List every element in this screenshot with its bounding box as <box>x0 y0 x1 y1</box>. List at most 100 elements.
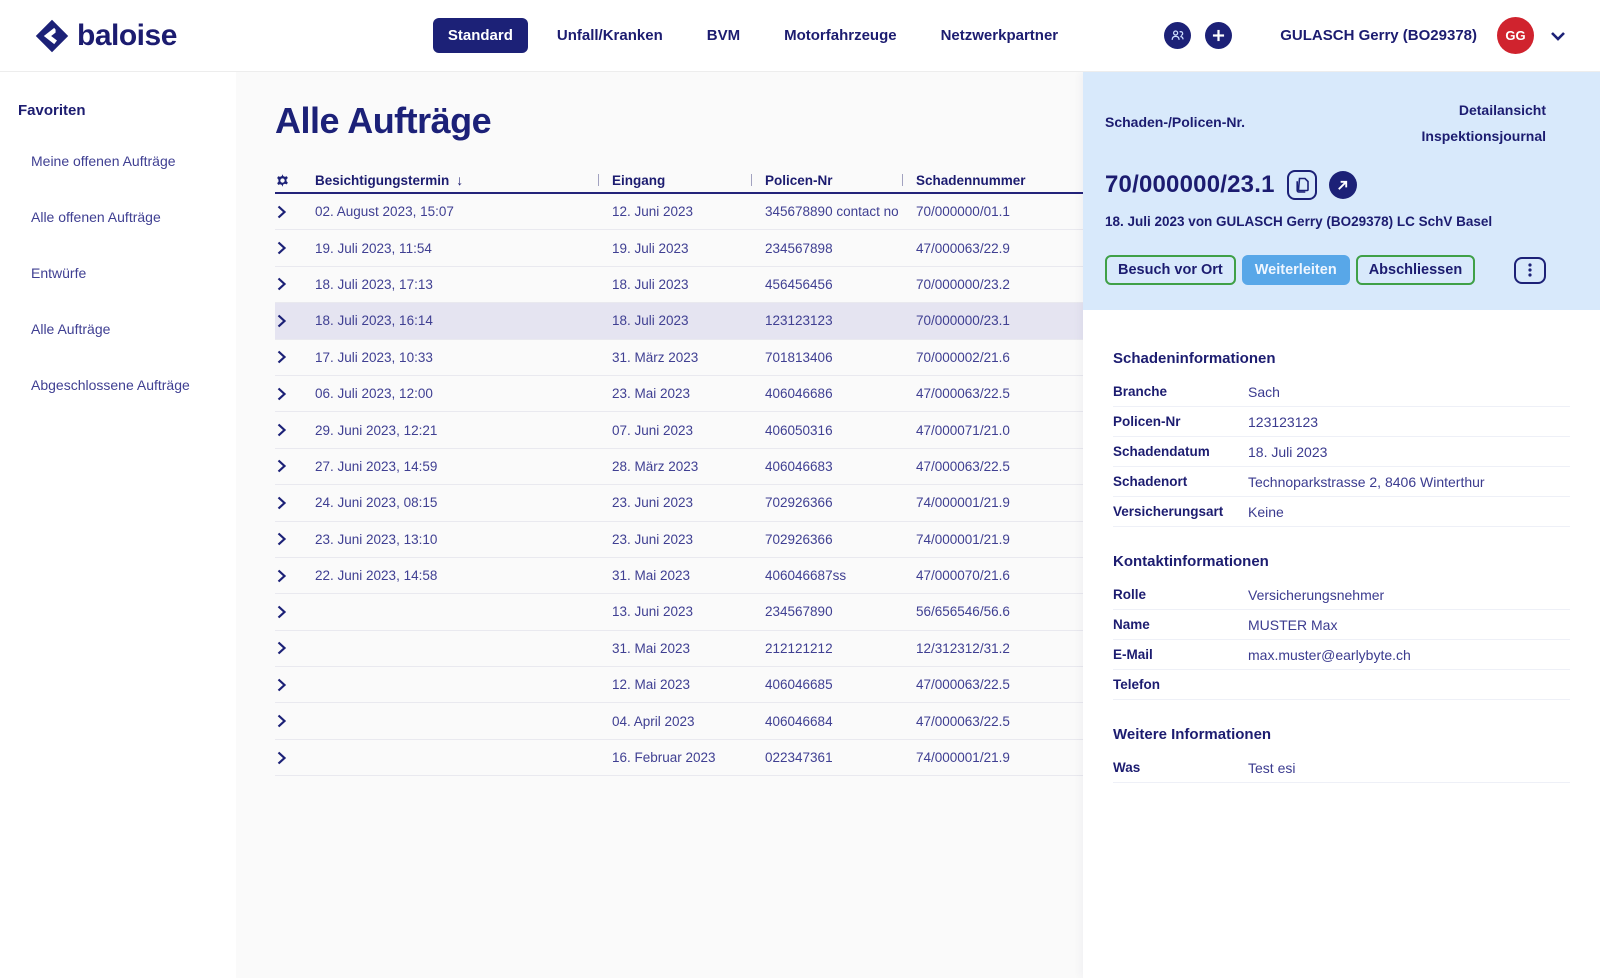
action-button[interactable]: Weiterleiten <box>1242 255 1350 285</box>
cell-besichtigungstermin: 24. Juni 2023, 08:15 <box>315 495 612 510</box>
expand-row-icon[interactable] <box>275 241 286 255</box>
contacts-icon <box>1170 28 1185 43</box>
primary-nav: Standard Unfall/Kranken BVM Motorfahrzeuge N… <box>433 18 1073 53</box>
detail-row: Telefon <box>1113 670 1570 700</box>
nav-tab[interactable]: Motorfahrzeuge <box>769 18 912 53</box>
cell-schadennummer: 70/000000/23.2 <box>916 277 1083 292</box>
detailansicht-link[interactable]: Detailansicht <box>1459 102 1546 118</box>
expand-row-icon[interactable] <box>275 350 286 364</box>
table-row[interactable]: 18. Juli 2023, 17:13 18. Juli 2023 45645… <box>275 267 1083 303</box>
table-row[interactable]: 23. Juni 2023, 13:10 23. Juni 2023 70292… <box>275 522 1083 558</box>
detail-label: Was <box>1113 760 1248 775</box>
cell-policen-nr: 701813406 <box>765 350 916 365</box>
table-row[interactable]: 16. Februar 2023 022347361 74/000001/21.… <box>275 740 1083 776</box>
table-row[interactable]: 18. Juli 2023, 16:14 18. Juli 2023 12312… <box>275 303 1083 339</box>
expand-row-icon[interactable] <box>275 605 286 619</box>
cell-besichtigungstermin: 22. Juni 2023, 14:58 <box>315 568 612 583</box>
column-header-besichtigungstermin[interactable]: Besichtigungstermin ↓ <box>315 172 612 188</box>
table-row[interactable]: 31. Mai 2023 212121212 12/312312/31.2 <box>275 631 1083 667</box>
table-row[interactable]: 13. Juni 2023 234567890 56/656546/56.6 <box>275 594 1083 630</box>
table-row[interactable]: 29. Juni 2023, 12:21 07. Juni 2023 40605… <box>275 412 1083 448</box>
cell-eingang: 12. Mai 2023 <box>612 677 765 692</box>
nav-tab[interactable]: Netzwerkpartner <box>926 18 1074 53</box>
cell-eingang: 18. Juli 2023 <box>612 313 765 328</box>
cell-schadennummer: 47/000063/22.5 <box>916 386 1083 401</box>
cell-schadennummer: 74/000001/21.9 <box>916 532 1083 547</box>
nav-tab[interactable]: Standard <box>433 18 528 53</box>
table-row[interactable]: 27. Juni 2023, 14:59 28. März 2023 40604… <box>275 449 1083 485</box>
action-button[interactable]: Besuch vor Ort <box>1105 255 1236 285</box>
expand-row-icon[interactable] <box>275 714 286 728</box>
cell-eingang: 07. Juni 2023 <box>612 423 765 438</box>
section-weitere-informationen: Weitere Informationen Was Test esi <box>1113 726 1570 783</box>
nav-tab[interactable]: Unfall/Kranken <box>542 18 678 53</box>
table-row[interactable]: 04. April 2023 406046684 47/000063/22.5 <box>275 703 1083 739</box>
table-row[interactable]: 17. Juli 2023, 10:33 31. März 2023 70181… <box>275 340 1083 376</box>
expand-row-icon[interactable] <box>275 314 286 328</box>
expand-row-icon[interactable] <box>275 277 286 291</box>
cell-besichtigungstermin: 27. Juni 2023, 14:59 <box>315 459 612 474</box>
column-divider <box>598 174 599 186</box>
open-claim-button[interactable] <box>1329 171 1357 199</box>
cell-schadennummer: 47/000063/22.9 <box>916 241 1083 256</box>
table-row[interactable]: 12. Mai 2023 406046685 47/000063/22.5 <box>275 667 1083 703</box>
more-options-button[interactable] <box>1514 257 1546 284</box>
cell-besichtigungstermin: 17. Juli 2023, 10:33 <box>315 350 612 365</box>
detail-value: Sach <box>1248 384 1280 400</box>
cell-policen-nr: 406046683 <box>765 459 916 474</box>
action-button[interactable]: Abschliessen <box>1356 255 1476 285</box>
cell-schadennummer: 47/000071/21.0 <box>916 423 1083 438</box>
cell-schadennummer: 74/000001/21.9 <box>916 750 1083 765</box>
column-header-eingang[interactable]: Eingang <box>612 173 765 188</box>
expand-row-icon[interactable] <box>275 569 286 583</box>
expand-row-icon[interactable] <box>275 423 286 437</box>
table-row[interactable]: 22. Juni 2023, 14:58 31. Mai 2023 406046… <box>275 558 1083 594</box>
expand-row-icon[interactable] <box>275 459 286 473</box>
inspektionsjournal-link[interactable]: Inspektionsjournal <box>1422 128 1546 144</box>
expand-row-icon[interactable] <box>275 678 286 692</box>
section-kontaktinformationen: Kontaktinformationen Rolle Versicherungs… <box>1113 553 1570 700</box>
baloise-logo[interactable]: baloise <box>34 18 177 54</box>
avatar[interactable]: GG <box>1497 17 1534 54</box>
section-title: Kontaktinformationen <box>1113 553 1570 570</box>
cell-schadennummer: 47/000063/22.5 <box>916 677 1083 692</box>
cell-eingang: 18. Juli 2023 <box>612 277 765 292</box>
expand-row-icon[interactable] <box>275 532 286 546</box>
expand-row-icon[interactable] <box>275 205 286 219</box>
cell-besichtigungstermin: 18. Juli 2023, 16:14 <box>315 313 612 328</box>
detail-panel-body: Schadeninformationen Branche Sach Police… <box>1083 310 1600 783</box>
sidebar-item[interactable]: Alle offenen Aufträge <box>18 199 236 235</box>
sidebar-item[interactable]: Entwürfe <box>18 255 236 291</box>
expand-row-icon[interactable] <box>275 387 286 401</box>
cell-policen-nr: 406050316 <box>765 423 916 438</box>
sort-desc-icon[interactable]: ↓ <box>456 172 463 188</box>
column-settings-icon[interactable] <box>275 173 290 188</box>
detail-row: Schadenort Technoparkstrasse 2, 8406 Win… <box>1113 467 1570 497</box>
nav-tab[interactable]: BVM <box>692 18 755 53</box>
detail-panel-hero: Schaden-/Policen-Nr. Detailansicht Inspe… <box>1083 72 1600 310</box>
user-menu-button[interactable] <box>1550 31 1566 41</box>
table-row[interactable]: 24. Juni 2023, 08:15 23. Juni 2023 70292… <box>275 485 1083 521</box>
table-row[interactable]: 19. Juli 2023, 11:54 19. Juli 2023 23456… <box>275 230 1083 266</box>
cell-besichtigungstermin: 18. Juli 2023, 17:13 <box>315 277 612 292</box>
table-row[interactable]: 06. Juli 2023, 12:00 23. Mai 2023 406046… <box>275 376 1083 412</box>
table-row[interactable]: 02. August 2023, 15:07 12. Juni 2023 345… <box>275 194 1083 230</box>
cell-schadennummer: 70/000002/21.6 <box>916 350 1083 365</box>
add-button[interactable] <box>1205 22 1232 49</box>
column-header-schadennummer[interactable]: Schadennummer <box>916 173 1083 188</box>
cell-schadennummer: 74/000001/21.9 <box>916 495 1083 510</box>
app-header: baloise Standard Unfall/Kranken BVM Motorfa… <box>0 0 1600 72</box>
expand-row-icon[interactable] <box>275 496 286 510</box>
sidebar-item[interactable]: Alle Aufträge <box>18 311 236 347</box>
copy-button[interactable] <box>1287 170 1317 200</box>
cell-schadennummer: 47/000063/22.5 <box>916 714 1083 729</box>
contacts-button[interactable] <box>1164 22 1191 49</box>
expand-row-icon[interactable] <box>275 751 286 765</box>
orders-table: Besichtigungstermin ↓ Eingang Policen-Nr… <box>275 168 1083 776</box>
column-header-policen-nr[interactable]: Policen-Nr <box>765 173 916 188</box>
sidebar-item[interactable]: Meine offenen Aufträge <box>18 143 236 179</box>
detail-label: Telefon <box>1113 677 1248 692</box>
expand-row-icon[interactable] <box>275 641 286 655</box>
detail-label: Versicherungsart <box>1113 504 1248 519</box>
sidebar-item[interactable]: Abgeschlossene Aufträge <box>18 367 236 403</box>
